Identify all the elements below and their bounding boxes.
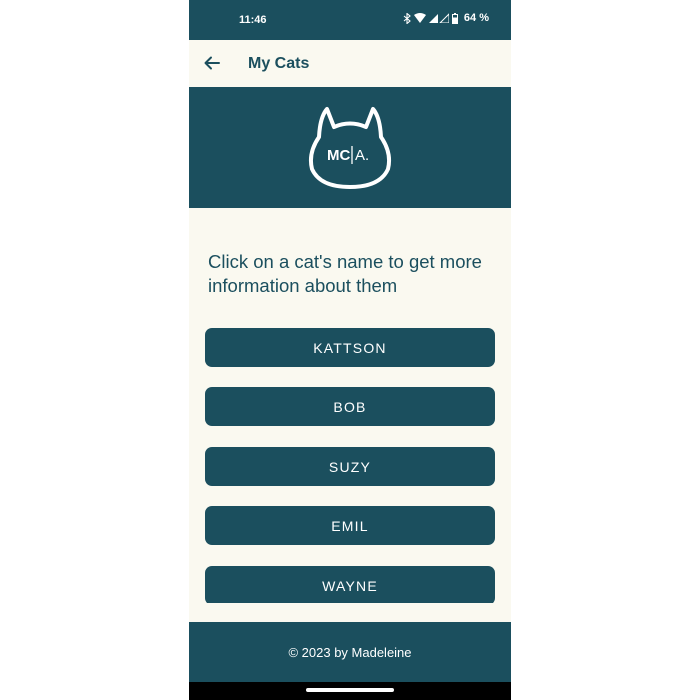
wifi-icon: [413, 13, 426, 23]
cat-list[interactable]: KATTSON BOB SUZY EMIL WAYNE: [189, 328, 511, 603]
signal-icon: [428, 13, 449, 23]
logo-text-right: A.: [355, 147, 369, 164]
phone-screen: 11:46 64 % My Cats MC A. Click on a cat'…: [189, 0, 511, 700]
cat-button-emil[interactable]: EMIL: [205, 506, 495, 545]
navigation-bar: [189, 682, 511, 700]
app-bar: My Cats: [189, 40, 511, 87]
intro-text: Click on a cat's name to get more inform…: [208, 251, 482, 296]
cat-button-wayne[interactable]: WAYNE: [205, 566, 495, 603]
page-title: My Cats: [248, 55, 310, 72]
status-icons: 64 %: [403, 12, 489, 24]
home-indicator[interactable]: [306, 688, 394, 692]
cat-button-suzy[interactable]: SUZY: [205, 447, 495, 486]
battery-percentage: 64 %: [463, 12, 489, 24]
header-banner: MC A.: [189, 87, 511, 208]
status-bar: 11:46 64 %: [189, 0, 511, 40]
cat-button-bob[interactable]: BOB: [205, 387, 495, 426]
battery-icon: [451, 12, 458, 24]
bluetooth-icon: [403, 12, 411, 24]
status-time: 11:46: [239, 14, 267, 26]
footer-text: © 2023 by Madeleine: [288, 644, 412, 660]
logo-text-left: MC: [327, 147, 350, 164]
cat-head-icon: MC A.: [304, 103, 396, 193]
arrow-left-icon[interactable]: [203, 54, 221, 72]
cat-button-kattson[interactable]: KATTSON: [205, 328, 495, 367]
footer: © 2023 by Madeleine: [189, 622, 511, 682]
